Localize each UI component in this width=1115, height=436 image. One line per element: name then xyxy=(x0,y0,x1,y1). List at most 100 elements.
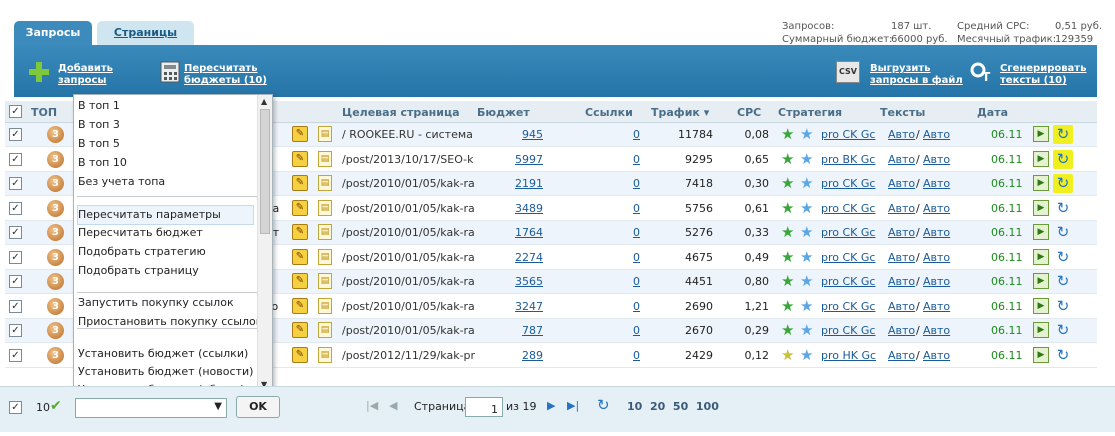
row-checkbox[interactable]: ✓ xyxy=(9,177,22,190)
tab-requests[interactable]: Запросы xyxy=(14,21,92,45)
menu-item[interactable]: В топ 10 xyxy=(78,154,253,172)
refresh-icon[interactable]: ↻ xyxy=(1053,149,1073,169)
refresh-icon[interactable]: ↻ xyxy=(1053,297,1073,316)
play-icon[interactable]: ▶ xyxy=(1033,224,1049,240)
links-count-link[interactable]: 0 xyxy=(633,177,640,190)
texts-auto-link-2[interactable]: Авто xyxy=(923,202,950,215)
texts-auto-link[interactable]: Авто xyxy=(888,202,915,215)
refresh-icon[interactable]: ↻ xyxy=(1053,174,1073,193)
col-links[interactable]: Ссылки xyxy=(585,106,633,119)
edit-pencil-icon[interactable]: ✎ xyxy=(292,199,308,216)
page-doc-icon[interactable]: ▤ xyxy=(318,322,332,338)
row-checkbox[interactable]: ✓ xyxy=(9,275,22,288)
strategy-link[interactable]: pro HK Gc xyxy=(821,349,876,362)
strategy-link[interactable]: pro CK Gc xyxy=(821,177,875,190)
tab-pages[interactable]: Страницы xyxy=(97,21,194,45)
texts-auto-link[interactable]: Авто xyxy=(888,275,915,288)
row-checkbox[interactable]: ✓ xyxy=(9,128,22,141)
page-input[interactable]: 1 xyxy=(465,397,503,417)
menu-item[interactable]: В топ 5 xyxy=(78,135,253,153)
footer-checkbox[interactable]: ✓ xyxy=(9,401,22,414)
col-strategy[interactable]: Стратегия xyxy=(778,106,842,119)
texts-auto-link[interactable]: Авто xyxy=(888,128,915,141)
page-doc-icon[interactable]: ▤ xyxy=(318,273,332,289)
page-doc-icon[interactable]: ▤ xyxy=(318,126,332,142)
row-checkbox[interactable]: ✓ xyxy=(9,299,22,313)
refresh-icon[interactable]: ↻ xyxy=(597,396,610,414)
menu-item[interactable]: Установить бюджет (новости) xyxy=(78,363,253,381)
play-icon[interactable]: ▶ xyxy=(1033,175,1049,191)
links-count-link[interactable]: 0 xyxy=(633,153,640,166)
strategy-link[interactable]: pro CK Gc xyxy=(821,202,875,215)
play-icon[interactable]: ▶ xyxy=(1033,126,1049,142)
texts-auto-link-2[interactable]: Авто xyxy=(923,251,950,264)
play-icon[interactable]: ▶ xyxy=(1033,248,1049,265)
play-icon[interactable]: ▶ xyxy=(1033,297,1049,314)
links-count-link[interactable]: 0 xyxy=(633,128,640,141)
generate-texts-button[interactable]: Сгенерировать тексты (10) xyxy=(1000,63,1086,87)
menu-item[interactable]: Подобрать стратегию xyxy=(78,243,253,261)
page-doc-icon[interactable]: ▤ xyxy=(318,297,332,314)
strategy-link[interactable]: pro CK Gc xyxy=(821,324,875,337)
texts-auto-link-2[interactable]: Авто xyxy=(923,226,950,239)
col-traffic[interactable]: Трафик ▾ xyxy=(651,106,709,119)
row-checkbox[interactable]: ✓ xyxy=(9,324,22,337)
play-icon[interactable]: ▶ xyxy=(1033,322,1049,338)
budget-link[interactable]: 1764 xyxy=(505,226,543,239)
links-count-link[interactable]: 0 xyxy=(633,202,640,215)
texts-auto-link[interactable]: Авто xyxy=(888,153,915,166)
texts-auto-link-2[interactable]: Авто xyxy=(923,177,950,190)
play-icon[interactable]: ▶ xyxy=(1033,273,1049,289)
row-checkbox[interactable]: ✓ xyxy=(9,201,22,215)
page-size-options[interactable]: 10 20 50 100 xyxy=(627,400,719,413)
row-checkbox[interactable]: ✓ xyxy=(9,226,22,239)
edit-pencil-icon[interactable]: ✎ xyxy=(292,224,308,240)
recalc-budgets-button[interactable]: Пересчитать бюджеты (10) xyxy=(184,63,267,87)
col-top[interactable]: ТОП xyxy=(31,106,57,119)
links-count-link[interactable]: 0 xyxy=(633,300,640,313)
refresh-icon[interactable]: ↻ xyxy=(1053,321,1073,340)
play-icon[interactable]: ▶ xyxy=(1033,199,1049,216)
texts-auto-link[interactable]: Авто xyxy=(888,324,915,337)
strategy-link[interactable]: pro CK Gc xyxy=(821,300,875,313)
col-texts[interactable]: Тексты xyxy=(880,106,925,119)
col-cpc[interactable]: CPC xyxy=(737,106,761,119)
add-requests-button[interactable]: Добавить запросы xyxy=(58,63,113,87)
first-page-icon[interactable]: |◀ xyxy=(366,399,378,412)
budget-link[interactable]: 787 xyxy=(505,324,543,337)
texts-auto-link-2[interactable]: Авто xyxy=(923,300,950,313)
prev-page-icon[interactable]: ◀ xyxy=(389,399,397,412)
menu-item[interactable]: Подобрать страницу xyxy=(78,262,253,280)
budget-link[interactable]: 945 xyxy=(505,128,543,141)
strategy-link[interactable]: pro CK Gc xyxy=(821,226,875,239)
texts-auto-link[interactable]: Авто xyxy=(888,300,915,313)
col-target-page[interactable]: Целевая страница xyxy=(342,106,460,119)
edit-pencil-icon[interactable]: ✎ xyxy=(292,248,308,265)
edit-pencil-icon[interactable]: ✎ xyxy=(292,346,308,363)
scroll-thumb[interactable] xyxy=(260,109,270,234)
edit-pencil-icon[interactable]: ✎ xyxy=(292,322,308,338)
links-count-link[interactable]: 0 xyxy=(633,226,640,239)
links-count-link[interactable]: 0 xyxy=(633,349,640,362)
texts-auto-link[interactable]: Авто xyxy=(888,226,915,239)
ok-button[interactable]: OK xyxy=(236,396,280,418)
page-doc-icon[interactable]: ▤ xyxy=(318,175,332,191)
budget-link[interactable]: 2191 xyxy=(505,177,543,190)
refresh-icon[interactable]: ↻ xyxy=(1053,346,1073,365)
edit-pencil-icon[interactable]: ✎ xyxy=(292,297,308,314)
menu-scrollbar[interactable]: ▲ ▼ xyxy=(257,95,272,391)
col-budget[interactable]: Бюджет xyxy=(477,106,530,119)
budget-link[interactable]: 3247 xyxy=(505,300,543,313)
row-checkbox[interactable]: ✓ xyxy=(9,250,22,264)
export-button[interactable]: Выгрузить запросы в файл xyxy=(870,63,963,87)
page-doc-icon[interactable]: ▤ xyxy=(318,150,332,167)
budget-link[interactable]: 3489 xyxy=(505,202,543,215)
texts-auto-link-2[interactable]: Авто xyxy=(923,349,950,362)
budget-link[interactable]: 3565 xyxy=(505,275,543,288)
edit-pencil-icon[interactable]: ✎ xyxy=(292,150,308,167)
links-count-link[interactable]: 0 xyxy=(633,251,640,264)
menu-item[interactable]: Пересчитать бюджет xyxy=(78,224,253,242)
edit-pencil-icon[interactable]: ✎ xyxy=(292,273,308,289)
refresh-icon[interactable]: ↻ xyxy=(1053,272,1073,291)
play-icon[interactable]: ▶ xyxy=(1033,150,1049,167)
